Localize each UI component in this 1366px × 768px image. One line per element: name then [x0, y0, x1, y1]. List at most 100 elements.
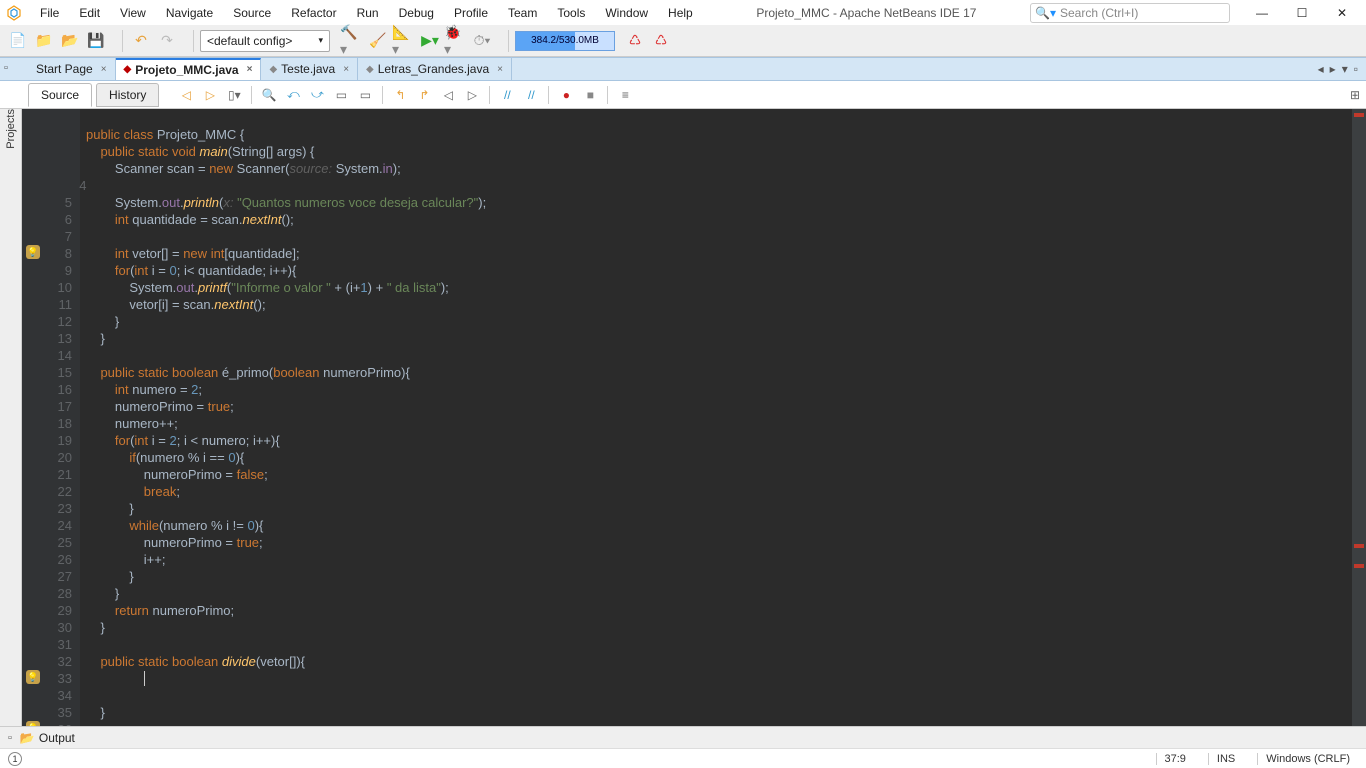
minimize-dock-icon[interactable]: ▫: [4, 62, 8, 74]
run-button[interactable]: ▶▾: [418, 29, 442, 53]
search-placeholder: Search (Ctrl+I): [1060, 6, 1138, 20]
run-config-combo[interactable]: <default config>▾: [200, 30, 330, 52]
tab-letras-grandes[interactable]: ◆Letras_Grandes.java×: [358, 58, 512, 80]
projects-sidebar-tab[interactable]: Projects: [0, 109, 22, 726]
search-icon: 🔍▾: [1035, 6, 1056, 20]
prev-bookmark-button[interactable]: ↰: [389, 84, 411, 106]
main-toolbar: 📄 📁 📂 💾 ↶ ↷ <default config>▾ 🔨▾ 🧹 📐▾ ▶▾…: [0, 25, 1366, 57]
toolbar-separator: [508, 30, 509, 52]
clean-build-button[interactable]: 🧹: [366, 29, 390, 53]
error-strip-marker[interactable]: [1354, 564, 1364, 568]
scroll-right-icon[interactable]: ▸: [1330, 62, 1336, 76]
error-strip-marker[interactable]: [1354, 544, 1364, 548]
menu-help[interactable]: Help: [658, 3, 703, 23]
tab-start-page[interactable]: Start Page×: [28, 58, 116, 80]
nav-last-edit-button[interactable]: ▯▾: [223, 84, 245, 106]
menu-refactor[interactable]: Refactor: [281, 3, 346, 23]
generate-button[interactable]: 📐▾: [392, 29, 416, 53]
minimize-button[interactable]: —: [1242, 0, 1282, 25]
error-stripe[interactable]: [1352, 109, 1366, 726]
nav-fwd-button[interactable]: ▷: [199, 84, 221, 106]
java-file-icon: ◆: [124, 64, 132, 75]
find-selection-button[interactable]: 🔍: [258, 84, 280, 106]
shift-left-button[interactable]: ◁: [437, 84, 459, 106]
insert-mode: INS: [1208, 753, 1243, 765]
menu-tools[interactable]: Tools: [547, 3, 595, 23]
editor-tabs: ▫ Start Page× ◆Projeto_MMC.java× ◆Teste.…: [0, 57, 1366, 81]
find-next-button[interactable]: ⤻: [306, 84, 328, 106]
line-number-gutter[interactable]: 💡 💡 💡 4 5 6 7 8 9 10 11 12 13 14 15 16 1…: [22, 109, 80, 726]
find-prev-button[interactable]: ⤺: [282, 84, 304, 106]
editor-toolbar: Source History ◁ ▷ ▯▾ 🔍 ⤺ ⤻ ▭ ▭ ↰ ↱ ◁ ▷ …: [0, 81, 1366, 109]
menu-debug[interactable]: Debug: [389, 3, 444, 23]
toolbar-separator: [122, 30, 123, 52]
close-tab-icon[interactable]: ×: [343, 64, 349, 75]
new-file-button[interactable]: 📄: [6, 29, 30, 53]
uncomment-button[interactable]: //: [520, 84, 542, 106]
comment-button[interactable]: //: [496, 84, 518, 106]
open-project-button[interactable]: 📂: [58, 29, 82, 53]
scroll-left-icon[interactable]: ◂: [1318, 62, 1324, 76]
close-tab-icon[interactable]: ×: [101, 64, 107, 75]
new-project-button[interactable]: 📁: [32, 29, 56, 53]
close-button[interactable]: ✕: [1322, 0, 1362, 25]
tab-teste[interactable]: ◆Teste.java×: [261, 58, 358, 80]
warning-marker-icon[interactable]: 💡: [26, 245, 40, 259]
tab-list-icon[interactable]: ▾: [1342, 62, 1348, 76]
output-icon: 📂: [20, 731, 35, 745]
save-all-button[interactable]: 💾: [84, 29, 108, 53]
diff-button[interactable]: ≡: [614, 84, 636, 106]
close-tab-icon[interactable]: ×: [497, 64, 503, 75]
caret-position: 37:9: [1156, 753, 1194, 765]
redo-button[interactable]: ↷: [155, 29, 179, 53]
nav-back-button[interactable]: ◁: [175, 84, 197, 106]
history-view-tab[interactable]: History: [96, 83, 159, 107]
gc-button[interactable]: ♺: [623, 29, 647, 53]
error-marker-icon[interactable]: 💡: [26, 670, 40, 684]
window-title: Projeto_MMC - Apache NetBeans IDE 17: [703, 6, 1030, 20]
status-bar: 1 37:9 INS Windows (CRLF): [0, 748, 1366, 768]
menu-bar: File Edit View Navigate Source Refactor …: [0, 0, 1366, 25]
error-marker-icon[interactable]: 💡: [26, 721, 40, 726]
java-file-icon: ◆: [269, 64, 277, 75]
code-editor[interactable]: 💡 💡 💡 4 5 6 7 8 9 10 11 12 13 14 15 16 1…: [22, 109, 1366, 726]
tab-projeto-mmc[interactable]: ◆Projeto_MMC.java×: [116, 58, 262, 80]
split-editor-button[interactable]: ⊞: [1344, 84, 1366, 106]
output-dock: ▫ 📂 Output: [0, 726, 1366, 748]
macro-record-button[interactable]: ●: [555, 84, 577, 106]
menu-source[interactable]: Source: [223, 3, 281, 23]
shift-right-button[interactable]: ▷: [461, 84, 483, 106]
menu-edit[interactable]: Edit: [69, 3, 110, 23]
menu-file[interactable]: File: [30, 3, 69, 23]
code-area[interactable]: public class Projeto_MMC { public static…: [80, 109, 1352, 726]
line-ending: Windows (CRLF): [1257, 753, 1358, 765]
menu-profile[interactable]: Profile: [444, 3, 498, 23]
maximize-button[interactable]: ☐: [1282, 0, 1322, 25]
netbeans-logo-icon: [4, 3, 24, 23]
build-button[interactable]: 🔨▾: [340, 29, 364, 53]
menu-window[interactable]: Window: [595, 3, 658, 23]
maximize-editor-icon[interactable]: ▫: [1354, 62, 1358, 76]
notifications-icon[interactable]: 1: [8, 752, 22, 766]
menu-navigate[interactable]: Navigate: [156, 3, 223, 23]
macro-stop-button[interactable]: ■: [579, 84, 601, 106]
toggle-bookmark-button[interactable]: ▭: [354, 84, 376, 106]
global-search[interactable]: 🔍▾ Search (Ctrl+I): [1030, 3, 1230, 23]
java-file-icon: ◆: [366, 64, 374, 75]
minimize-output-icon[interactable]: ▫: [8, 732, 12, 744]
undo-button[interactable]: ↶: [129, 29, 153, 53]
output-tab[interactable]: 📂 Output: [20, 731, 75, 745]
profile-button[interactable]: ⏱▾: [470, 29, 494, 53]
menu-team[interactable]: Team: [498, 3, 547, 23]
menu-view[interactable]: View: [110, 3, 156, 23]
close-tab-icon[interactable]: ×: [247, 64, 253, 75]
menu-run[interactable]: Run: [347, 3, 389, 23]
memory-indicator[interactable]: 384.2/530.0MB: [515, 31, 615, 51]
toolbar-separator: [193, 30, 194, 52]
error-strip-marker[interactable]: [1354, 113, 1364, 117]
debug-button[interactable]: 🐞▾: [444, 29, 468, 53]
gc-button-2[interactable]: ♺: [649, 29, 673, 53]
toggle-highlight-button[interactable]: ▭: [330, 84, 352, 106]
source-view-tab[interactable]: Source: [28, 83, 92, 107]
next-bookmark-button[interactable]: ↱: [413, 84, 435, 106]
